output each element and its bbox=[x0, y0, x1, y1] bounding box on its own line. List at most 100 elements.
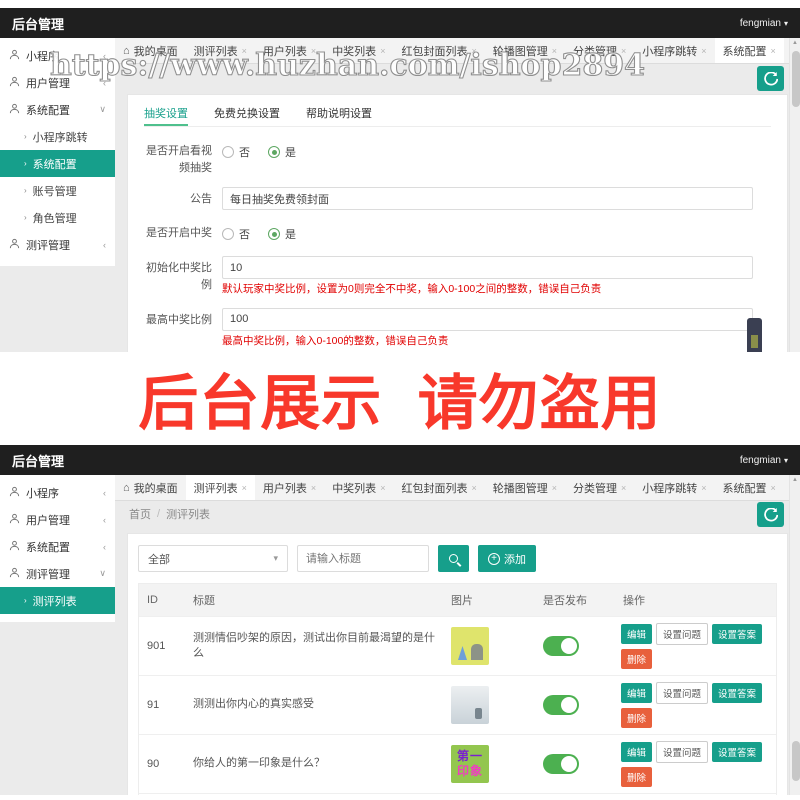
tab-系统配置[interactable]: 系统配置 × bbox=[714, 38, 784, 63]
close-icon[interactable]: × bbox=[380, 483, 385, 493]
action-button-设置问题[interactable]: 设置问题 bbox=[656, 741, 709, 763]
close-icon[interactable]: × bbox=[471, 483, 476, 493]
tab-测评列表[interactable]: 测评列表 × bbox=[185, 475, 255, 500]
tab-用户列表[interactable]: 用户列表 × bbox=[255, 475, 324, 500]
close-icon[interactable]: × bbox=[311, 46, 316, 56]
column-header: 是否发布 bbox=[543, 595, 587, 607]
search-button[interactable] bbox=[438, 545, 469, 572]
chevron-left-icon: ‹ bbox=[103, 50, 106, 61]
user-menu[interactable]: fengmian ▾ bbox=[740, 18, 788, 29]
tab-分类管理[interactable]: 分类管理 × bbox=[565, 38, 634, 63]
radio-option-是[interactable]: 是 bbox=[268, 221, 296, 242]
tab-中奖列表[interactable]: 中奖列表 × bbox=[324, 38, 393, 63]
sidebar-subitem-系统配置[interactable]: › 系统配置 bbox=[0, 150, 115, 177]
scroll-up-arrow[interactable]: ▲ bbox=[790, 475, 800, 486]
sidebar-subitem-小程序跳转[interactable]: › 小程序跳转 bbox=[0, 123, 115, 150]
publish-toggle[interactable] bbox=[543, 695, 579, 715]
cell-id: 89 bbox=[139, 794, 185, 795]
close-icon[interactable]: × bbox=[771, 483, 776, 493]
close-icon[interactable]: × bbox=[701, 46, 706, 56]
close-icon[interactable]: × bbox=[771, 46, 776, 56]
action-button-编辑[interactable]: 编辑 bbox=[621, 624, 653, 644]
chevron-down-icon: ▾ bbox=[273, 553, 278, 563]
user-icon bbox=[9, 486, 20, 500]
refresh-button[interactable] bbox=[757, 66, 784, 91]
tab-轮播图管理[interactable]: 轮播图管理 × bbox=[485, 475, 565, 500]
sidebar-item-系统配置[interactable]: 系统配置 ‹ bbox=[0, 533, 115, 560]
publish-toggle[interactable] bbox=[543, 636, 579, 656]
tab-中奖列表[interactable]: 中奖列表 × bbox=[324, 475, 393, 500]
sidebar-item-小程序[interactable]: 小程序 ‹ bbox=[0, 479, 115, 506]
action-button-删除[interactable]: 删除 bbox=[621, 649, 653, 669]
tab-轮播图管理[interactable]: 轮播图管理 × bbox=[485, 38, 565, 63]
sidebar-item-测评管理[interactable]: 测评管理 ∨ bbox=[0, 560, 115, 587]
tab-测评列表[interactable]: 测评列表 × bbox=[186, 38, 255, 63]
tab-小程序跳转[interactable]: 小程序跳转 × bbox=[634, 38, 714, 63]
sidebar-item-label: 系统配置 bbox=[26, 541, 70, 554]
scrollbar-thumb[interactable] bbox=[791, 51, 800, 107]
sidebar-item-用户管理[interactable]: 用户管理 ‹ bbox=[0, 506, 115, 533]
scrollbar-thumb[interactable] bbox=[791, 741, 800, 781]
cell-title: 测测情侣吵架的原因，测试出你目前最渴望的是什么 bbox=[193, 631, 435, 659]
tab-label: 系统配置 bbox=[722, 45, 767, 58]
category-select[interactable]: 全部 ▾ bbox=[138, 545, 288, 572]
settings-tab-帮助说明设置[interactable]: 帮助说明设置 bbox=[306, 101, 372, 126]
sidebar-subitem-角色管理[interactable]: › 角色管理 bbox=[0, 204, 115, 231]
close-icon[interactable]: × bbox=[242, 483, 247, 493]
close-icon[interactable]: × bbox=[701, 483, 706, 493]
action-button-编辑[interactable]: 编辑 bbox=[621, 742, 653, 762]
close-icon[interactable]: × bbox=[621, 46, 626, 56]
breadcrumb-home[interactable]: 首页 bbox=[129, 506, 151, 522]
scroll-up-arrow[interactable]: ▲ bbox=[790, 38, 800, 49]
tab-分类管理[interactable]: 分类管理 × bbox=[565, 475, 634, 500]
user-menu[interactable]: fengmian ▾ bbox=[740, 455, 788, 466]
close-icon[interactable]: × bbox=[471, 46, 476, 56]
close-icon[interactable]: × bbox=[311, 483, 316, 493]
radio-option-是[interactable]: 是 bbox=[268, 139, 296, 160]
action-button-设置问题[interactable]: 设置问题 bbox=[656, 682, 709, 704]
form-input[interactable] bbox=[222, 307, 753, 331]
scrollbar[interactable]: ▲ bbox=[789, 475, 800, 795]
form-input[interactable] bbox=[222, 187, 753, 210]
close-icon[interactable]: × bbox=[380, 46, 385, 56]
close-icon[interactable]: × bbox=[621, 483, 626, 493]
settings-tab-抽奖设置[interactable]: 抽奖设置 bbox=[144, 101, 188, 126]
tab-系统配置[interactable]: 系统配置 × bbox=[715, 475, 784, 500]
cell-actions: 编辑设置问题设置答案删除 bbox=[615, 794, 776, 795]
tab-红包封面列表[interactable]: 红包封面列表 × bbox=[393, 475, 484, 500]
sidebar-item-系统配置[interactable]: 系统配置 ∨ bbox=[0, 96, 115, 123]
action-button-设置答案[interactable]: 设置答案 bbox=[712, 624, 763, 644]
close-icon[interactable]: × bbox=[242, 46, 247, 56]
refresh-button[interactable] bbox=[757, 502, 784, 527]
tab-label: 轮播图管理 bbox=[492, 482, 548, 495]
sidebar-subitem-账号管理[interactable]: › 账号管理 bbox=[0, 177, 115, 204]
username: fengmian bbox=[739, 17, 781, 29]
add-button[interactable]: + 添加 bbox=[478, 545, 536, 572]
action-button-设置问题[interactable]: 设置问题 bbox=[656, 623, 709, 645]
action-button-设置答案[interactable]: 设置答案 bbox=[712, 683, 763, 703]
tab-小程序跳转[interactable]: 小程序跳转 × bbox=[634, 475, 714, 500]
form-input[interactable] bbox=[222, 256, 753, 279]
form-help-text: 最高中奖比例，输入0-100的整数，错误自己负责 bbox=[222, 334, 449, 347]
scrollbar[interactable]: ▲ bbox=[789, 38, 800, 352]
radio-option-否[interactable]: 否 bbox=[222, 139, 250, 160]
action-button-编辑[interactable]: 编辑 bbox=[621, 683, 653, 703]
settings-tab-免费兑换设置[interactable]: 免费兑换设置 bbox=[214, 101, 280, 126]
tab-我的桌面[interactable]: ⌂ 我的桌面 bbox=[115, 475, 186, 500]
floating-widget[interactable] bbox=[747, 318, 762, 352]
sidebar-item-用户管理[interactable]: 用户管理 ‹ bbox=[0, 69, 115, 96]
sidebar-item-小程序[interactable]: 小程序 ‹ bbox=[0, 42, 115, 69]
tab-我的桌面[interactable]: ⌂ 我的桌面 bbox=[115, 38, 186, 63]
sidebar-item-测评管理[interactable]: 测评管理 ‹ bbox=[0, 231, 115, 258]
tab-红包封面列表[interactable]: 红包封面列表 × bbox=[393, 38, 484, 63]
sidebar-subitem-测评列表[interactable]: › 测评列表 bbox=[0, 587, 115, 614]
action-button-删除[interactable]: 删除 bbox=[621, 708, 653, 728]
action-button-设置答案[interactable]: 设置答案 bbox=[712, 742, 763, 762]
tab-用户列表[interactable]: 用户列表 × bbox=[255, 38, 324, 63]
radio-option-否[interactable]: 否 bbox=[222, 221, 250, 242]
action-button-删除[interactable]: 删除 bbox=[621, 767, 653, 787]
search-input[interactable] bbox=[297, 545, 429, 572]
close-icon[interactable]: × bbox=[552, 483, 557, 493]
close-icon[interactable]: × bbox=[552, 46, 557, 56]
publish-toggle[interactable] bbox=[543, 754, 579, 774]
